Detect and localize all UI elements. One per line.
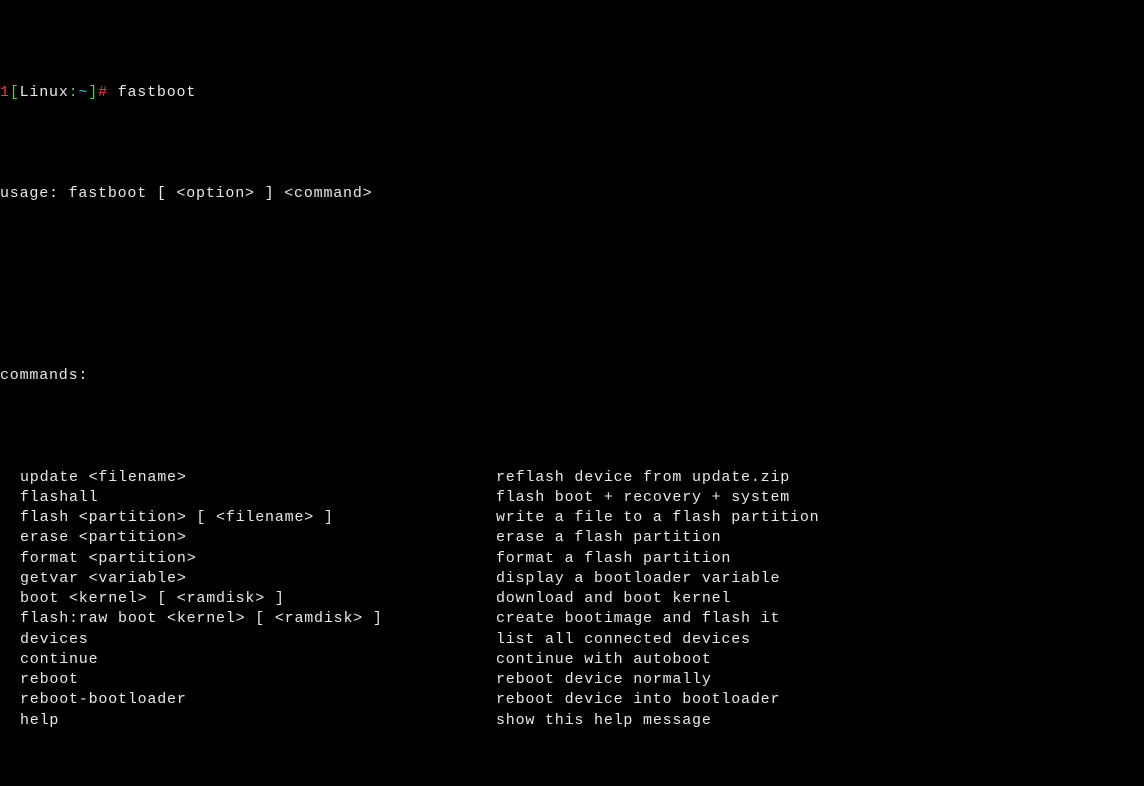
command-row: update <filename>reflash device from upd… (0, 468, 1144, 488)
prompt-host: Linux (20, 84, 69, 101)
command-row: deviceslist all connected devices (0, 630, 1144, 650)
command-row: reboot-bootloaderreboot device into boot… (0, 690, 1144, 710)
usage-line: usage: fastboot [ <option> ] <command> (0, 184, 1144, 204)
prompt-bclose: ] (88, 84, 98, 101)
command-row: erase <partition>erase a flash partition (0, 528, 1144, 548)
command-desc: display a bootloader variable (496, 569, 780, 589)
prompt-bopen: [ (10, 84, 20, 101)
command-desc: flash boot + recovery + system (496, 488, 790, 508)
command-cmd: flash <partition> [ <filename> ] (0, 508, 496, 528)
commands-list: update <filename>reflash device from upd… (0, 468, 1144, 731)
command-desc: reboot device normally (496, 670, 712, 690)
typed-command: fastboot (118, 84, 196, 101)
command-desc: format a flash partition (496, 549, 731, 569)
prompt-hash: # (98, 84, 108, 101)
command-cmd: erase <partition> (0, 528, 496, 548)
command-cmd: reboot-bootloader (0, 690, 496, 710)
prompt-num: 1 (0, 84, 10, 101)
prompt-colon: : (69, 84, 79, 101)
command-row: rebootreboot device normally (0, 670, 1144, 690)
command-desc: list all connected devices (496, 630, 751, 650)
command-desc: show this help message (496, 711, 712, 731)
command-row: getvar <variable>display a bootloader va… (0, 569, 1144, 589)
prompt-path: ~ (78, 84, 88, 101)
command-row: format <partition>format a flash partiti… (0, 549, 1144, 569)
command-row: flashallflash boot + recovery + system (0, 488, 1144, 508)
command-desc: erase a flash partition (496, 528, 721, 548)
command-desc: write a file to a flash partition (496, 508, 819, 528)
command-desc: download and boot kernel (496, 589, 731, 609)
command-desc: create bootimage and flash it (496, 609, 780, 629)
command-cmd: flash:raw boot <kernel> [ <ramdisk> ] (0, 609, 496, 629)
command-desc: reflash device from update.zip (496, 468, 790, 488)
terminal-output: 1[Linux:~]# fastboot usage: fastboot [ <… (0, 0, 1144, 786)
command-desc: reboot device into bootloader (496, 690, 780, 710)
command-row: boot <kernel> [ <ramdisk> ]download and … (0, 589, 1144, 609)
command-row: flash <partition> [ <filename> ]write a … (0, 508, 1144, 528)
command-cmd: help (0, 711, 496, 731)
prompt-line[interactable]: 1[Linux:~]# fastboot (0, 83, 1144, 103)
command-cmd: continue (0, 650, 496, 670)
command-row: flash:raw boot <kernel> [ <ramdisk> ]cre… (0, 609, 1144, 629)
command-row: helpshow this help message (0, 711, 1144, 731)
command-cmd: format <partition> (0, 549, 496, 569)
command-cmd: reboot (0, 670, 496, 690)
command-cmd: update <filename> (0, 468, 496, 488)
command-cmd: devices (0, 630, 496, 650)
command-row: continuecontinue with autoboot (0, 650, 1144, 670)
command-cmd: getvar <variable> (0, 569, 496, 589)
commands-header: commands: (0, 366, 1144, 386)
command-cmd: boot <kernel> [ <ramdisk> ] (0, 589, 496, 609)
command-cmd: flashall (0, 488, 496, 508)
command-desc: continue with autoboot (496, 650, 712, 670)
